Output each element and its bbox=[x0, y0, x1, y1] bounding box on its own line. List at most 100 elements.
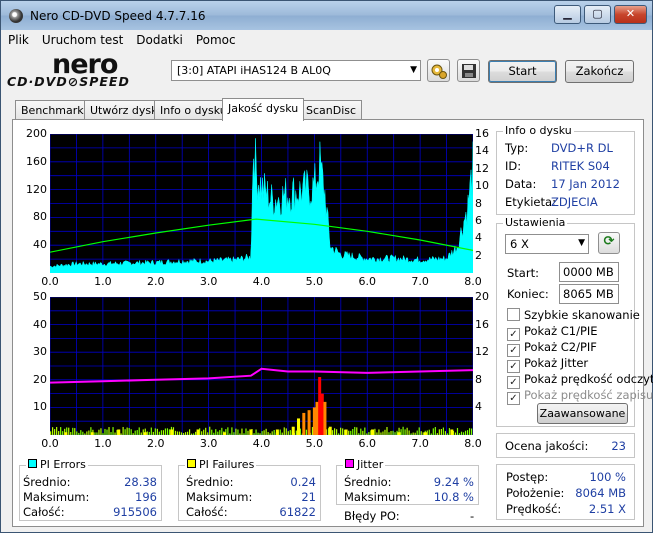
pif-noise-bar bbox=[400, 429, 402, 435]
chart2-y-right-tick: 4 bbox=[475, 400, 482, 414]
end-mb-input[interactable]: 8065 MB bbox=[559, 284, 619, 304]
pif-noise-bar bbox=[243, 433, 245, 435]
start-mb-input[interactable]: 0000 MB bbox=[559, 262, 619, 282]
settings-group: Ustawienia 6 X ▼ ⟳ Start: 0000 MB Koniec… bbox=[496, 216, 653, 427]
pif-noise-bar bbox=[402, 426, 404, 435]
menu-plik[interactable]: Plik bbox=[1, 30, 35, 47]
disc-id-label: ID: bbox=[505, 159, 522, 173]
title-bar[interactable]: Nero CD-DVD Speed 4.7.7.16 ▁ ▢ ✕ bbox=[1, 1, 652, 30]
checkbox-4[interactable]: ✓ Pokaż prędkość odczytu bbox=[507, 372, 653, 389]
pif-noise-bar bbox=[184, 432, 187, 435]
pi-failures-bar bbox=[143, 432, 147, 435]
chart2-y-left-tick: 20 bbox=[33, 372, 47, 386]
pif-noise-bar bbox=[180, 432, 183, 435]
drive-info-icon-button[interactable] bbox=[427, 59, 450, 82]
pi-failures-bar bbox=[318, 377, 322, 435]
tab-jakosc-dysku[interactable]: Jakość dysku bbox=[222, 98, 305, 121]
progress-group: Postęp: 100 % Położenie: 8064 MB Prędkoś… bbox=[496, 464, 635, 520]
tab-benchmark[interactable]: Benchmark bbox=[15, 100, 90, 120]
speed-select[interactable]: 6 X ▼ bbox=[505, 234, 589, 254]
chart1-y-right-tick: 12 bbox=[475, 161, 489, 175]
chart2-plot-area bbox=[49, 296, 474, 436]
pif-noise-bar bbox=[283, 427, 285, 435]
pif-noise-bar bbox=[80, 430, 82, 435]
pif-max-value: 21 bbox=[301, 490, 316, 504]
disc-date-value: 17 Jan 2012 bbox=[551, 177, 620, 191]
pif-noise-bar bbox=[98, 429, 100, 435]
chart1-y-left-tick: 80 bbox=[33, 210, 47, 224]
pif-noise-bar bbox=[146, 431, 148, 435]
chart2-x-tick: 8.0 bbox=[464, 437, 482, 450]
pif-noise-bar bbox=[96, 432, 98, 435]
menu-pomoc[interactable]: Pomoc bbox=[189, 30, 242, 47]
save-icon-button[interactable] bbox=[457, 59, 480, 82]
pif-noise-bar bbox=[442, 427, 444, 435]
pif-noise-bar bbox=[305, 429, 308, 435]
pif-noise-bar bbox=[454, 432, 457, 435]
pif-noise-bar bbox=[378, 429, 380, 435]
pif-noise-bar bbox=[195, 431, 197, 435]
pif-noise-bar bbox=[86, 431, 88, 435]
pif-noise-bar bbox=[354, 426, 356, 435]
chart1-y-right-tick: 2 bbox=[475, 248, 482, 262]
minimize-button[interactable]: ▁ bbox=[554, 5, 581, 24]
pif-noise-bar bbox=[58, 431, 60, 435]
chart2-y-left-tick: 40 bbox=[33, 317, 47, 331]
pie-total-label: Całość: bbox=[23, 505, 65, 519]
pif-noise-bar bbox=[360, 428, 362, 435]
tab-utworz-dysk[interactable]: Utwórz dysk bbox=[84, 100, 164, 120]
menu-dodatki[interactable]: Dodatki bbox=[129, 30, 189, 47]
pif-noise-bar bbox=[438, 429, 440, 435]
pif-noise-bar bbox=[460, 431, 463, 435]
close-button[interactable]: ✕ bbox=[614, 5, 647, 24]
speed-label: Prędkość: bbox=[506, 502, 562, 516]
advanced-button[interactable]: Zaawansowane bbox=[537, 403, 628, 424]
checkbox-2[interactable]: ✓ Pokaż C2/PIF bbox=[507, 340, 597, 357]
stop-button[interactable]: Zakończ bbox=[565, 60, 634, 83]
refresh-icon: ⟳ bbox=[603, 234, 615, 249]
refresh-speed-button[interactable]: ⟳ bbox=[598, 232, 620, 254]
tab-scandisc[interactable]: ScanDisc bbox=[300, 100, 363, 120]
jitter-title-text: Jitter bbox=[357, 458, 384, 471]
jitter-max-label: Maksimum: bbox=[344, 490, 411, 504]
pif-noise-bar bbox=[231, 427, 233, 435]
pif-noise-bar bbox=[217, 431, 219, 435]
pif-noise-bar bbox=[267, 432, 269, 435]
checkbox-1[interactable]: ✓ Pokaż C1/PIE bbox=[507, 324, 598, 341]
pif-noise-bar bbox=[176, 431, 179, 435]
pi-failures-bar bbox=[64, 432, 68, 435]
pif-noise-bar bbox=[160, 430, 162, 435]
pif-noise-bar bbox=[430, 433, 432, 435]
tab-info-o-dysku[interactable]: Info o dysku bbox=[154, 100, 233, 120]
checkbox-0[interactable]: Szybkie skanowanie bbox=[507, 308, 640, 322]
checkbox-3[interactable]: ✓ Pokaż Jitter bbox=[507, 356, 588, 373]
pif-noise-bar bbox=[227, 427, 229, 435]
chart2-x-tick: 6.0 bbox=[358, 437, 377, 450]
pif-noise-bar bbox=[295, 430, 297, 435]
pif-avg-value: 0.24 bbox=[290, 475, 316, 489]
chart1-svg bbox=[49, 133, 474, 274]
pif-noise-bar bbox=[390, 431, 392, 435]
chevron-down-icon: ▼ bbox=[410, 65, 417, 75]
pif-noise-bar bbox=[380, 432, 382, 435]
chart1-x-tick: 3.0 bbox=[199, 275, 218, 288]
chart1-y-right-tick: 10 bbox=[475, 179, 489, 193]
maximize-button[interactable]: ▢ bbox=[584, 5, 611, 24]
pif-noise-bar bbox=[78, 432, 80, 435]
pif-noise-bar bbox=[182, 433, 185, 435]
chart1-x-tick: 4.0 bbox=[252, 275, 271, 288]
chart2-x-tick: 4.0 bbox=[252, 437, 271, 450]
pif-noise-bar bbox=[150, 427, 152, 435]
start-button[interactable]: Start bbox=[488, 60, 557, 83]
pie-avg-label: Średnio: bbox=[23, 475, 71, 489]
pif-noise-bar bbox=[418, 427, 420, 435]
checkbox-label: Pokaż C1/PIE bbox=[524, 324, 598, 338]
drive-select[interactable]: [3:0] ATAPI iHAS124 B AL0Q ▼ bbox=[171, 60, 421, 81]
pif-noise-bar bbox=[114, 432, 116, 435]
pif-noise-bar bbox=[134, 430, 136, 435]
pif-noise-bar bbox=[213, 432, 215, 435]
menu-uruchom-test[interactable]: Uruchom test bbox=[35, 30, 129, 47]
chart1-y-right-tick: 8 bbox=[475, 196, 482, 210]
pif-noise-bar bbox=[72, 427, 74, 435]
pif-noise-bar bbox=[432, 428, 434, 435]
